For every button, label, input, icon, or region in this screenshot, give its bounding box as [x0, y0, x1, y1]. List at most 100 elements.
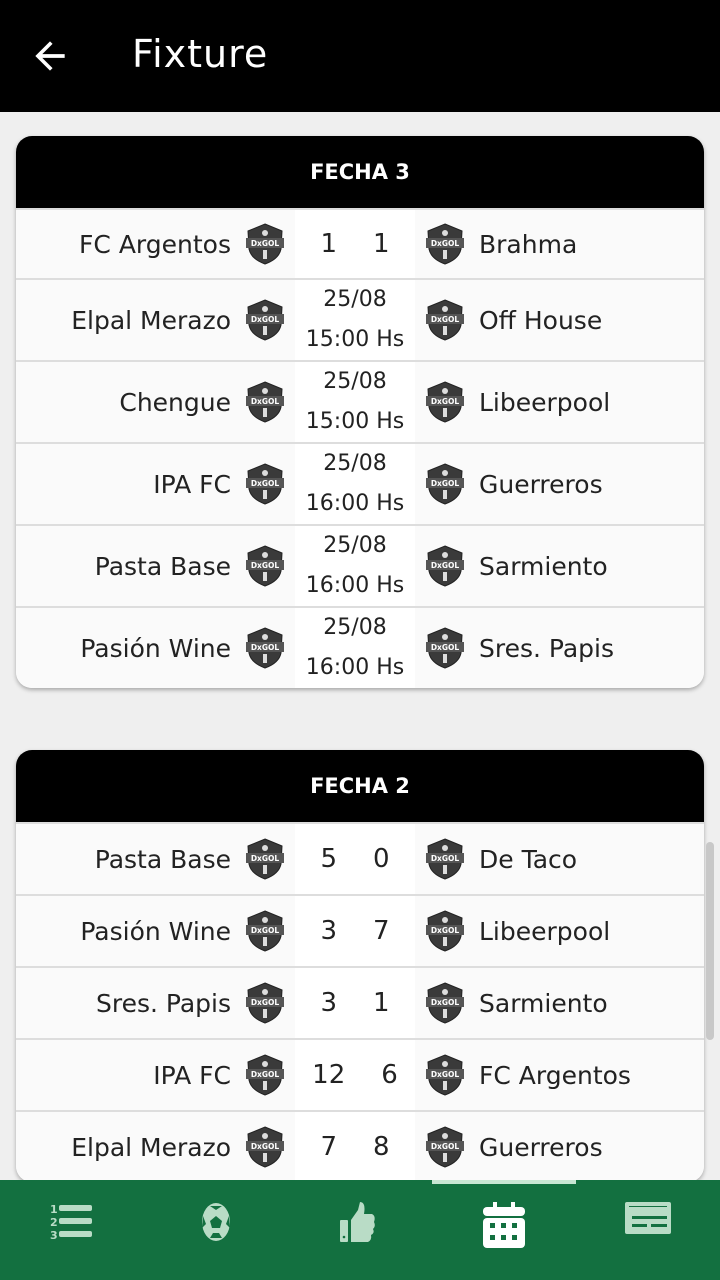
match-date: 25/08	[323, 287, 387, 312]
svg-text:DxGOL: DxGOL	[431, 561, 460, 570]
match-row[interactable]: Sres. Papis DxGOL 3 1 DxGOL Sarmiento	[16, 966, 704, 1038]
svg-text:DxGOL: DxGOL	[251, 854, 280, 863]
svg-text:DxGOL: DxGOL	[251, 1070, 280, 1079]
svg-text:DxGOL: DxGOL	[251, 397, 280, 406]
team-shield-icon: DxGOL	[415, 627, 475, 669]
team-shield-icon: DxGOL	[235, 223, 295, 265]
svg-text:DxGOL: DxGOL	[431, 479, 460, 488]
match-center: 25/08 16:00 Hs	[295, 526, 415, 606]
match-center: 11	[295, 210, 415, 278]
home-team: Sres. Papis	[95, 988, 231, 1018]
match-date: 25/08	[323, 451, 387, 476]
away-team: De Taco	[479, 844, 578, 874]
home-team: IPA FC	[153, 469, 231, 499]
svg-text:DxGOL: DxGOL	[431, 397, 460, 406]
match-center: 12 6	[295, 1040, 415, 1110]
team-shield-icon: DxGOL	[415, 223, 475, 265]
team-shield-icon: DxGOL	[415, 545, 475, 587]
match-row[interactable]: Pasión Wine DxGOL 3 7 DxGOL Libeerpool	[16, 894, 704, 966]
match-row[interactable]: Elpal Merazo DxGOL 7 8 DxGOL Guerreros	[16, 1110, 704, 1182]
match-row[interactable]: IPA FC DxGOL 25/08 16:00 Hs DxGOL Guerreros	[16, 442, 704, 524]
match-center: 37	[295, 896, 415, 966]
match-date: 25/08	[323, 533, 387, 558]
app-bar: Fixture	[0, 0, 720, 112]
match-center: 25/08 16:00 Hs	[295, 444, 415, 524]
svg-text:DxGOL: DxGOL	[431, 643, 460, 652]
home-team: Pasión Wine	[80, 633, 231, 663]
match-row[interactable]: Elpal Merazo DxGOL 25/08 15:00 Hs DxGOL Off H…	[16, 278, 704, 360]
away-score: 7	[373, 916, 390, 946]
match-row[interactable]: FC Argentos DxGOL 1 1 DxGOL Brahma	[16, 208, 704, 278]
team-shield-icon: DxGOL	[235, 463, 295, 505]
match-time: 15:00 Hs	[305, 327, 405, 352]
away-score: 8	[373, 1132, 390, 1162]
team-shield-icon: DxGOL	[415, 1054, 475, 1096]
tab-news[interactable]	[576, 1180, 720, 1280]
match-center: 25/08 15:00 Hs	[295, 280, 415, 360]
home-team: Pasta Base	[94, 551, 231, 581]
team-shield-icon: DxGOL	[415, 1126, 475, 1168]
match-center: 50	[295, 824, 415, 894]
team-shield-icon: DxGOL	[415, 381, 475, 423]
svg-text:DxGOL: DxGOL	[431, 854, 460, 863]
svg-text:DxGOL: DxGOL	[431, 998, 460, 1007]
match-row[interactable]: IPA FC DxGOL 12 6 DxGOL FC Argentos	[16, 1038, 704, 1110]
team-shield-icon: DxGOL	[235, 381, 295, 423]
page-title: Fixture	[132, 32, 269, 76]
home-team: Chengue	[119, 387, 231, 417]
calendar-icon	[483, 1202, 525, 1248]
home-team: FC Argentos	[79, 229, 231, 259]
match-time: 16:00 Hs	[305, 573, 405, 598]
ranking-list-icon: 123	[50, 1203, 92, 1242]
svg-text:DxGOL: DxGOL	[431, 1142, 460, 1151]
scrollbar[interactable]	[706, 842, 714, 1040]
svg-text:3: 3	[50, 1229, 58, 1242]
team-shield-icon: DxGOL	[235, 982, 295, 1024]
team-shield-icon: DxGOL	[235, 1054, 295, 1096]
match-row[interactable]: Pasta Base DxGOL 5 0 DxGOL De Taco	[16, 822, 704, 894]
match-time: 16:00 Hs	[305, 655, 405, 680]
team-shield-icon: DxGOL	[415, 838, 475, 880]
soccer-ball-icon	[202, 1203, 230, 1241]
home-team: Pasta Base	[94, 844, 231, 874]
away-score: 1	[373, 229, 390, 259]
away-team: Guerreros	[479, 469, 603, 499]
match-time: 16:00 Hs	[305, 491, 405, 516]
arrow-left-icon[interactable]	[28, 34, 72, 78]
away-team: Libeerpool	[479, 916, 611, 946]
away-team: Libeerpool	[479, 387, 611, 417]
match-center: 31	[295, 968, 415, 1038]
away-team: FC Argentos	[479, 1060, 631, 1090]
svg-text:1: 1	[50, 1203, 58, 1216]
svg-text:DxGOL: DxGOL	[251, 926, 280, 935]
team-shield-icon: DxGOL	[235, 299, 295, 341]
team-shield-icon: DxGOL	[235, 627, 295, 669]
away-team: Sarmiento	[479, 988, 608, 1018]
home-team: IPA FC	[153, 1060, 231, 1090]
home-score: 1	[320, 229, 337, 259]
team-shield-icon: DxGOL	[235, 838, 295, 880]
match-date: 25/08	[323, 369, 387, 394]
svg-text:DxGOL: DxGOL	[251, 1142, 280, 1151]
away-team: Brahma	[479, 229, 578, 259]
match-row[interactable]: Pasta Base DxGOL 25/08 16:00 Hs DxGOL Sarmien…	[16, 524, 704, 606]
tab-teams[interactable]	[144, 1180, 288, 1280]
tab-standings[interactable]: 123	[0, 1180, 144, 1280]
team-shield-icon: DxGOL	[235, 545, 295, 587]
svg-text:DxGOL: DxGOL	[251, 315, 280, 324]
match-time: 15:00 Hs	[305, 409, 405, 434]
home-score: 3	[320, 988, 337, 1018]
away-team: Sres. Papis	[479, 633, 615, 663]
bottom-nav: 123	[0, 1180, 720, 1280]
thumbs-up-icon	[340, 1202, 375, 1242]
svg-text:DxGOL: DxGOL	[251, 239, 280, 248]
home-score: 5	[320, 844, 337, 874]
home-score: 3	[320, 916, 337, 946]
tab-favorites[interactable]	[288, 1180, 432, 1280]
svg-text:2: 2	[50, 1216, 58, 1229]
tab-fixture[interactable]	[432, 1180, 576, 1280]
away-team: Guerreros	[479, 1132, 603, 1162]
away-team: Off House	[479, 305, 603, 335]
match-row[interactable]: Pasión Wine DxGOL 25/08 16:00 Hs DxGOL Sres. …	[16, 606, 704, 688]
match-row[interactable]: Chengue DxGOL 25/08 15:00 Hs DxGOL Libeerpool	[16, 360, 704, 442]
